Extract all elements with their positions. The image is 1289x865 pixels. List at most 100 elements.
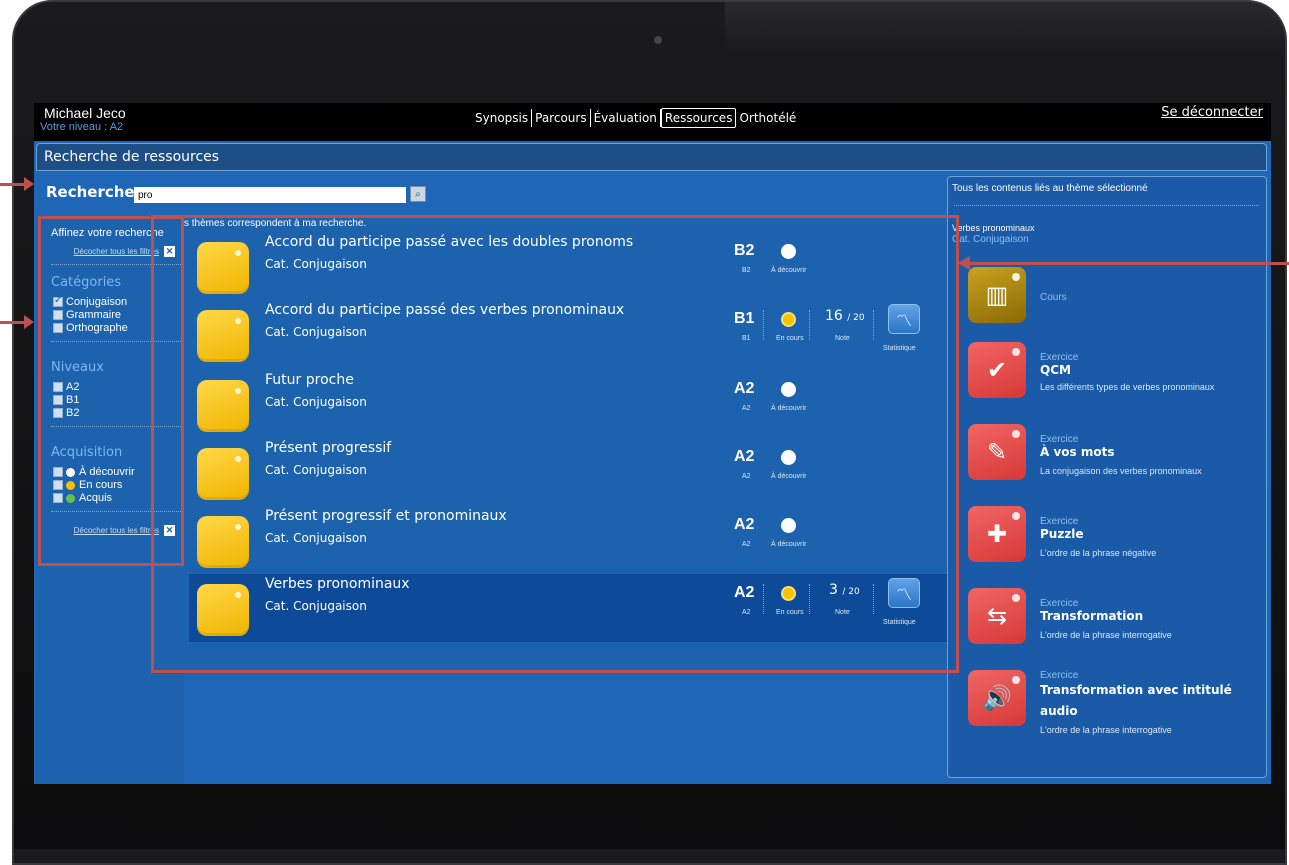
score: 3 / 20 <box>829 582 860 598</box>
filter-b2[interactable]: B2 <box>53 407 79 419</box>
theme-icon <box>197 310 249 362</box>
audio-transform-icon[interactable]: 🔊 <box>968 670 1026 726</box>
statistics-button[interactable]: 〽 <box>888 578 920 608</box>
top-bar: Michael Jeco Votre niveau : A2 Synopsis … <box>34 103 1271 141</box>
result-row[interactable]: Présent progressif et pronominaux Cat. C… <box>189 506 949 574</box>
theme-icon <box>197 242 249 294</box>
search-icon: ⌕ <box>415 188 421 200</box>
checkbox-icon[interactable] <box>53 493 63 503</box>
annotation-arrowhead <box>24 177 34 191</box>
divider <box>873 310 874 340</box>
uncheck-all-link-bottom[interactable]: Décocher tous les filtres <box>74 526 159 535</box>
checkbox-icon[interactable] <box>53 395 63 405</box>
resource-type: Exercice <box>1040 352 1079 363</box>
checkbox-icon[interactable] <box>53 408 63 418</box>
levels-heading: Niveaux <box>51 360 104 375</box>
filters-title: Affinez votre recherche <box>51 227 164 239</box>
resource-description: L'ordre de la phrase interrogative <box>1040 630 1172 640</box>
acquisition-heading: Acquisition <box>51 445 123 460</box>
result-level: A2 <box>734 584 755 601</box>
annotation-arrow-search <box>0 183 26 186</box>
tab-parcours[interactable]: Parcours <box>532 109 591 127</box>
logout-link[interactable]: Se déconnecter <box>1161 105 1263 120</box>
user-name: Michael Jeco <box>44 105 126 121</box>
books-icon[interactable]: ▥ <box>968 267 1026 323</box>
filter-conjugaison[interactable]: Conjugaison <box>53 295 127 308</box>
result-category: Cat. Conjugaison <box>265 325 367 339</box>
bezel-reflection <box>725 2 1285 52</box>
theme-icon <box>197 584 249 636</box>
result-level: B2 <box>734 242 755 259</box>
chart-line-icon: 〽 <box>895 587 912 604</box>
filter-grammaire[interactable]: Grammaire <box>53 309 121 321</box>
result-level-caption: A2 <box>742 473 751 480</box>
check-icon[interactable]: ✔ <box>968 342 1026 398</box>
result-row-selected[interactable]: Verbes pronominaux Cat. Conjugaison A2 A… <box>189 574 949 642</box>
filters-panel: Affinez votre recherche Décocher tous le… <box>36 216 184 784</box>
resource-type: Exercice <box>1040 434 1079 445</box>
result-title[interactable]: Accord du participe passé avec les doubl… <box>265 234 633 250</box>
page-title: Recherche de ressources <box>44 149 220 165</box>
checkbox-icon[interactable] <box>53 467 63 477</box>
search-button[interactable]: ⌕ <box>410 186 426 202</box>
status-dot-icon <box>781 312 796 327</box>
checkbox-icon[interactable] <box>53 480 63 490</box>
selected-theme-category: Cat. Conjugaison <box>952 234 1029 245</box>
statistics-label: Statistique <box>883 345 916 352</box>
result-row[interactable]: Futur proche Cat. Conjugaison A2 A2 À dé… <box>189 370 949 438</box>
tab-orthotele[interactable]: Orthotélé <box>736 109 799 127</box>
result-title[interactable]: Accord du participe passé des verbes pro… <box>265 302 624 318</box>
uncheck-all-link-top[interactable]: Décocher tous les filtres <box>74 247 159 256</box>
uncheck-all-close-icon[interactable]: ✕ <box>164 246 175 257</box>
page-title-bar: Recherche de ressources <box>36 143 1267 171</box>
uncheck-all-close-icon[interactable]: ✕ <box>164 525 175 536</box>
theme-icon <box>197 380 249 432</box>
divider <box>51 264 181 265</box>
filter-acquis[interactable]: Acquis <box>53 492 112 504</box>
results-panel: s thèmes correspondent à ma recherche. A… <box>184 216 956 674</box>
status-dot-icon <box>781 586 796 601</box>
checkbox-icon[interactable] <box>53 382 63 392</box>
checkbox-icon[interactable] <box>53 295 63 307</box>
tab-synopsis[interactable]: Synopsis <box>472 109 533 127</box>
filter-a-decouvrir[interactable]: À découvrir <box>53 466 135 478</box>
tab-evaluation[interactable]: Évaluation <box>591 109 661 127</box>
tab-ressources[interactable]: Ressources <box>660 108 737 128</box>
note-label: Note <box>835 335 850 342</box>
search-label: Recherche <box>46 183 135 201</box>
categories-heading: Catégories <box>51 275 122 290</box>
result-row[interactable]: Accord du participe passé des verbes pro… <box>189 300 949 368</box>
result-title[interactable]: Verbes pronominaux <box>265 576 410 592</box>
checkbox-icon[interactable] <box>53 310 63 320</box>
filter-a2[interactable]: A2 <box>53 381 79 393</box>
status-green-dot-icon <box>66 493 75 503</box>
puzzle-icon[interactable]: ✚ <box>968 506 1026 562</box>
result-row[interactable]: Présent progressif Cat. Conjugaison A2 A… <box>189 438 949 506</box>
resource-name: Transformation <box>1040 609 1144 623</box>
resource-name: Puzzle <box>1040 527 1084 541</box>
resource-name-continued: audio <box>1040 704 1078 718</box>
result-level-caption: B1 <box>742 335 751 342</box>
result-row[interactable]: Accord du participe passé avec les doubl… <box>189 232 949 300</box>
filter-b1[interactable]: B1 <box>53 394 79 406</box>
main-nav: Synopsis Parcours Évaluation Ressources … <box>472 108 799 128</box>
statistics-button[interactable]: 〽 <box>888 304 920 334</box>
filter-en-cours[interactable]: En cours <box>53 479 122 491</box>
checkbox-icon[interactable] <box>53 323 63 333</box>
transform-icon[interactable]: ⇆ <box>968 588 1026 644</box>
filter-orthographe[interactable]: Orthographe <box>53 322 128 334</box>
divider <box>763 310 764 340</box>
resource-type: Exercice <box>1040 670 1079 681</box>
pencil-icon[interactable]: ✎ <box>968 424 1026 480</box>
resource-description: Les différents types de verbes pronomina… <box>1040 382 1215 392</box>
filters-highlight-box: Affinez votre recherche Décocher tous le… <box>38 216 184 566</box>
chart-line-icon: 〽 <box>895 313 912 330</box>
resource-description: La conjugaison des verbes pronominaux <box>1040 466 1202 476</box>
divider <box>51 511 181 512</box>
result-title[interactable]: Présent progressif et pronominaux <box>265 508 507 524</box>
result-title[interactable]: Présent progressif <box>265 440 391 456</box>
search-input[interactable] <box>134 187 406 203</box>
divider <box>763 584 764 614</box>
related-content-panel: Tous les contenus liés au thème sélectio… <box>947 176 1267 778</box>
result-title[interactable]: Futur proche <box>265 372 354 388</box>
